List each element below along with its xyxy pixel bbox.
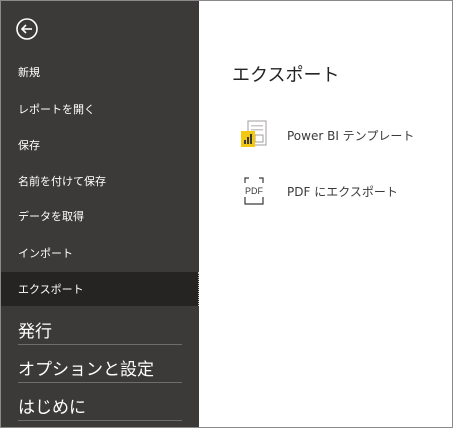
- export-pdf-option[interactable]: PDF PDF にエクスポート: [239, 173, 439, 209]
- sidebar-item-label: はじめに: [18, 397, 86, 418]
- page-title: エクスポート: [232, 65, 340, 86]
- back-button[interactable]: [15, 17, 39, 41]
- sidebar-item-label: 新規: [18, 66, 40, 79]
- sidebar-item-label: オプションと設定: [18, 359, 154, 380]
- sidebar-item-open-report[interactable]: レポートを開く: [1, 94, 199, 124]
- sidebar-item-label: 発行: [18, 321, 52, 342]
- sidebar-item-get-data[interactable]: データを取得: [1, 201, 199, 231]
- sidebar-item-new[interactable]: 新規: [1, 57, 199, 87]
- sidebar-item-label: エクスポート: [18, 283, 84, 296]
- sidebar-item-options-settings[interactable]: オプションと設定: [18, 350, 182, 384]
- option-label: PDF にエクスポート: [287, 184, 398, 199]
- pdf-icon: PDF: [244, 177, 264, 205]
- sidebar-item-label: インポート: [18, 247, 73, 260]
- divider: [18, 382, 182, 383]
- sidebar-item-label: レポートを開く: [18, 103, 95, 116]
- powerbi-template-icon: [241, 120, 267, 147]
- sidebar-item-label: データを取得: [18, 210, 84, 223]
- sidebar-item-export[interactable]: エクスポート: [1, 272, 199, 306]
- sidebar-item-publish[interactable]: 発行: [18, 312, 182, 346]
- divider: [18, 344, 182, 345]
- sidebar-item-save[interactable]: 保存: [1, 130, 199, 160]
- backstage-sidebar: 新規 レポートを開く 保存 名前を付けて保存 データを取得 インポート エクスポ…: [1, 1, 199, 427]
- pdf-icon-text: PDF: [245, 186, 264, 196]
- sidebar-item-import[interactable]: インポート: [1, 238, 199, 268]
- sidebar-item-save-as[interactable]: 名前を付けて保存: [1, 166, 199, 196]
- sidebar-item-getting-started[interactable]: はじめに: [18, 388, 182, 422]
- sidebar-item-label: 保存: [18, 139, 40, 152]
- sidebar-item-label: 名前を付けて保存: [18, 175, 106, 188]
- back-arrow-icon: [16, 18, 38, 40]
- export-powerbi-template-option[interactable]: Power BI テンプレート: [239, 117, 439, 153]
- main-panel: エクスポート Power BI テンプレート PDF PDF にエクスポート: [199, 1, 452, 427]
- divider: [18, 420, 182, 421]
- option-label: Power BI テンプレート: [287, 128, 415, 143]
- export-backstage-window: 新規 レポートを開く 保存 名前を付けて保存 データを取得 インポート エクスポ…: [0, 0, 453, 428]
